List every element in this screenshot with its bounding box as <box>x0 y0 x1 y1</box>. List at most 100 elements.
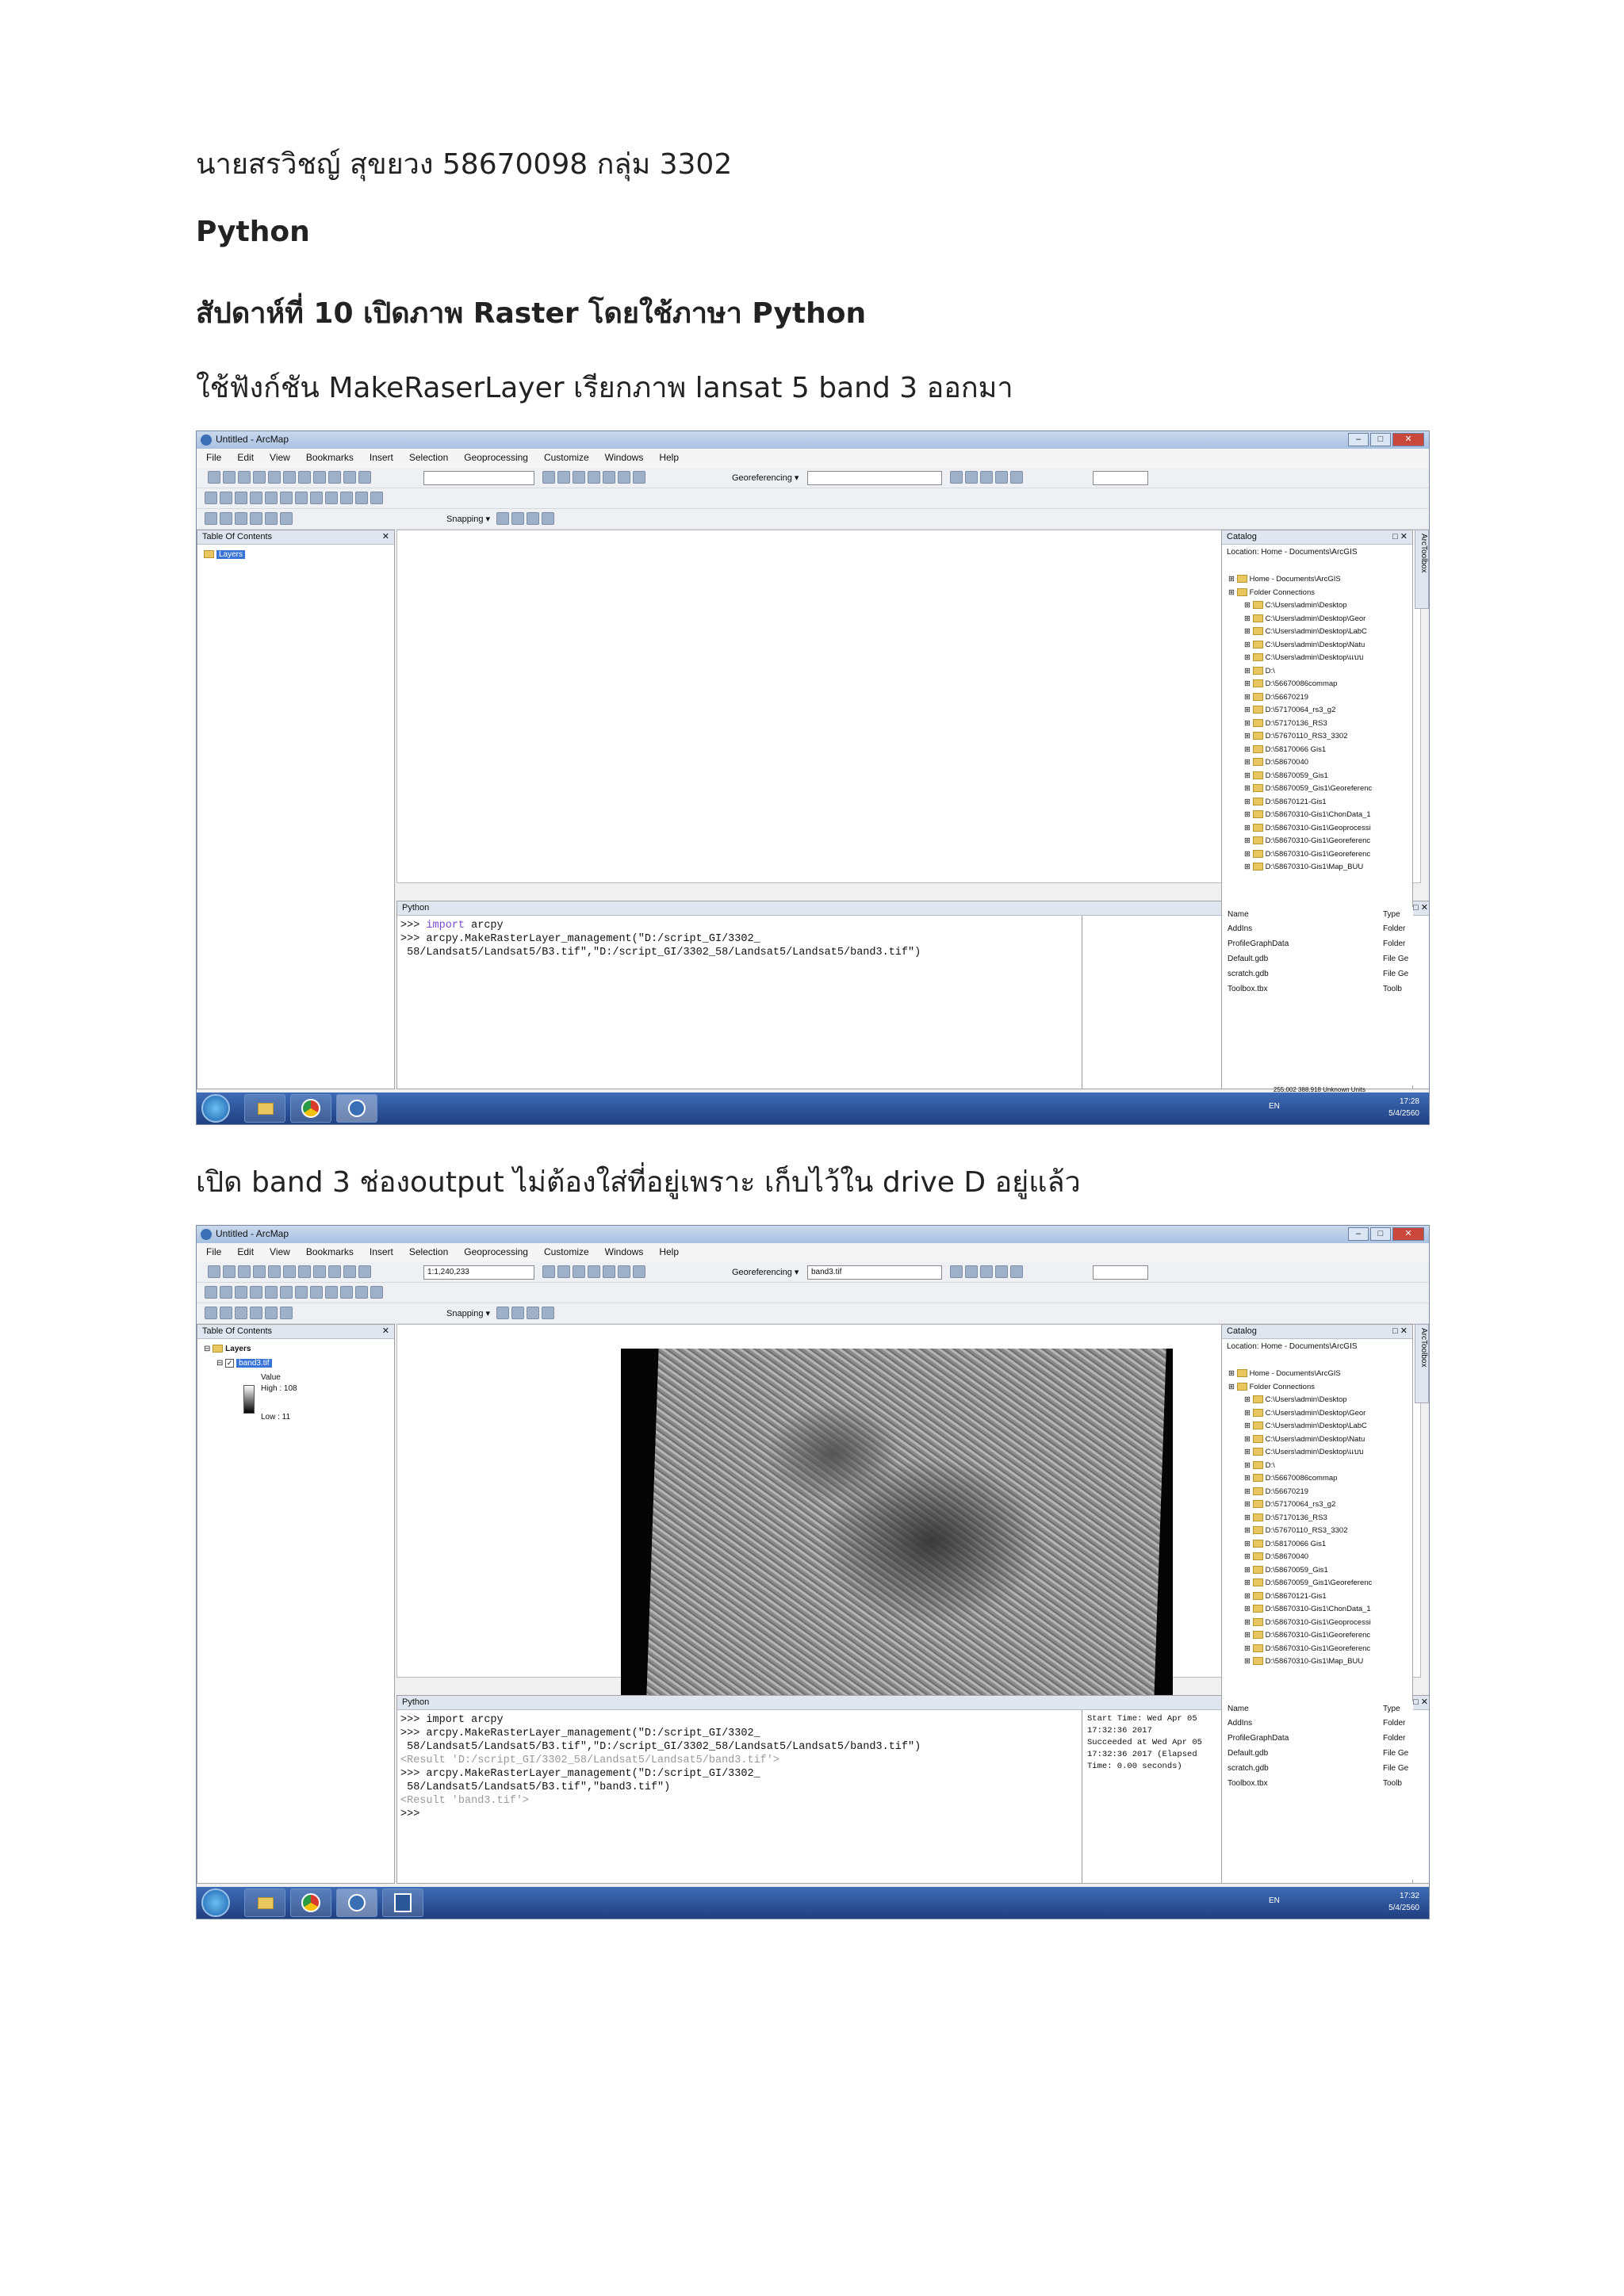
catalog-tree-item[interactable]: ⊞ D:\57170136_RS3 <box>1228 718 1406 731</box>
point-snap-icon[interactable] <box>496 1307 509 1319</box>
back-icon[interactable] <box>280 1286 293 1299</box>
catalog-tree-item[interactable]: ⊞ D:\58670310-Gis1\Georeferenc <box>1228 1643 1406 1656</box>
start-button[interactable] <box>201 1888 230 1917</box>
new-icon[interactable] <box>208 471 220 484</box>
copy-icon[interactable] <box>283 1265 296 1278</box>
snapping-menu[interactable]: Snapping ▾ <box>446 514 490 524</box>
catalog-list-row[interactable]: scratch.gdb File Ge <box>1228 970 1413 985</box>
select-icon[interactable] <box>310 492 323 504</box>
delete-icon[interactable] <box>313 471 326 484</box>
vertex-snap-icon[interactable] <box>527 512 539 525</box>
explorer-taskbar-button[interactable] <box>244 1888 285 1917</box>
list-header-name[interactable]: Name <box>1228 1701 1249 1716</box>
word-taskbar-button[interactable] <box>382 1888 423 1917</box>
open-icon[interactable] <box>223 471 236 484</box>
text-icon[interactable] <box>235 1307 247 1319</box>
chrome-taskbar-button[interactable] <box>290 1094 331 1123</box>
system-clock[interactable]: 17:32 5/4/2560 <box>1388 1890 1419 1914</box>
snapping-menu[interactable]: Snapping ▾ <box>446 1308 490 1318</box>
menu-edit[interactable]: Edit <box>237 452 254 465</box>
edge-snap-icon[interactable] <box>542 512 554 525</box>
full-extent-icon[interactable] <box>250 1286 262 1299</box>
select-icon[interactable] <box>310 1286 323 1299</box>
rotate-input[interactable] <box>1093 471 1148 485</box>
modelbuilder-icon[interactable] <box>633 1265 645 1278</box>
catalog-list-row[interactable]: Default.gdb File Ge <box>1228 1749 1413 1764</box>
catalog-tree-item[interactable]: ⊞ D:\58670310-Gis1\Geoprocessi <box>1228 1617 1406 1630</box>
copy-icon[interactable] <box>283 471 296 484</box>
print-icon[interactable] <box>253 1265 266 1278</box>
find-icon[interactable] <box>340 492 353 504</box>
catalog-tree-item[interactable]: ⊞ D:\58670059_Gis1 <box>1228 770 1406 783</box>
find-icon[interactable] <box>340 1286 353 1299</box>
catalog-list-row[interactable]: AddIns Folder <box>1228 1719 1413 1734</box>
catalog-tree-item[interactable]: ⊞ D:\58670059_Gis1 <box>1228 1564 1406 1578</box>
catalog-tree-item[interactable]: ⊞ D:\58670310-Gis1\Geoprocessi <box>1228 822 1406 836</box>
arctoolbox-tab[interactable]: ArcToolbox <box>1415 530 1429 609</box>
paste-icon[interactable] <box>298 471 311 484</box>
scale-combo[interactable] <box>423 471 534 485</box>
catalog-tree-item[interactable]: ⊞ D:\58170066 Gis1 <box>1228 744 1406 757</box>
identify-icon[interactable] <box>325 492 338 504</box>
redo-icon[interactable] <box>343 1265 356 1278</box>
catalog-icon[interactable] <box>573 471 585 484</box>
catalog-tree-item[interactable]: ⊞ D:\58670310-Gis1\ChonData_1 <box>1228 1603 1406 1617</box>
catalog-tree-item[interactable]: ⊞ D:\58670121-Gis1 <box>1228 1590 1406 1604</box>
list-header-name[interactable]: Name <box>1228 907 1249 922</box>
editor-icon[interactable] <box>542 1265 555 1278</box>
georef-tool-icon[interactable] <box>950 471 963 484</box>
toc-close-icon[interactable]: ✕ <box>382 531 389 541</box>
forward-icon[interactable] <box>295 492 308 504</box>
catalog-list-row[interactable]: ProfileGraphData Folder <box>1228 939 1413 955</box>
zoom-in-icon[interactable] <box>205 1286 217 1299</box>
close-button[interactable]: ✕ <box>1392 1227 1424 1241</box>
python-console[interactable]: >>> import arcpy >>> arcpy.MakeRasterLaye… <box>397 1710 1082 1824</box>
catalog-tree-item[interactable]: ⊞ D:\58670310-Gis1\Georeferenc <box>1228 848 1406 862</box>
save-icon[interactable] <box>238 471 251 484</box>
georeferencing-menu[interactable]: Georeferencing ▾ <box>732 1267 799 1277</box>
font-icon[interactable] <box>250 1307 262 1319</box>
catalog-tree-item[interactable]: ⊞ D:\58670059_Gis1\Georeferenc <box>1228 783 1406 796</box>
language-indicator[interactable]: EN <box>1269 1896 1280 1905</box>
language-indicator[interactable]: EN <box>1269 1102 1280 1111</box>
editor-icon[interactable] <box>542 471 555 484</box>
catalog-tree-item[interactable]: ⊞ D:\58670310-Gis1\Georeferenc <box>1228 835 1406 848</box>
python-close-icon[interactable]: □ ✕ <box>1413 902 1428 913</box>
modelbuilder-icon[interactable] <box>633 471 645 484</box>
search-icon[interactable] <box>588 1265 600 1278</box>
pan-icon[interactable] <box>235 1286 247 1299</box>
catalog-tree-item[interactable]: ⊞ D:\58670310-Gis1\Map_BUU <box>1228 861 1406 874</box>
catalog-tree-item[interactable]: ⊞ D:\58670040 <box>1228 1551 1406 1564</box>
georef-tool-icon[interactable] <box>950 1265 963 1278</box>
menu-insert[interactable]: Insert <box>370 1246 393 1259</box>
menu-customize[interactable]: Customize <box>544 1246 589 1259</box>
catalog-list-row[interactable]: scratch.gdb File Ge <box>1228 1764 1413 1779</box>
add-data-icon[interactable] <box>358 471 371 484</box>
menu-bookmarks[interactable]: Bookmarks <box>306 452 354 465</box>
fixed-zoom-icon[interactable] <box>265 1286 278 1299</box>
catalog-tree-item[interactable]: ⊞ D:\56670219 <box>1228 691 1406 705</box>
save-icon[interactable] <box>238 1265 251 1278</box>
text-icon[interactable] <box>235 512 247 525</box>
link-table-icon[interactable] <box>980 1265 993 1278</box>
catalog-tree-item[interactable]: ⊞ C:\Users\admin\Desktop\LabC <box>1228 1420 1406 1433</box>
edge-snap-icon[interactable] <box>542 1307 554 1319</box>
full-extent-icon[interactable] <box>250 492 262 504</box>
catalog-tree-item[interactable]: ⊞ D:\56670219 <box>1228 1486 1406 1499</box>
catalog-tree-item[interactable]: ⊞ D:\58670121-Gis1 <box>1228 796 1406 809</box>
hyperlink-icon[interactable] <box>370 492 383 504</box>
delete-icon[interactable] <box>313 1265 326 1278</box>
menu-insert[interactable]: Insert <box>370 452 393 465</box>
maximize-button[interactable]: □ <box>1370 433 1391 446</box>
toolbox-icon[interactable] <box>603 471 615 484</box>
link-icon[interactable] <box>965 1265 978 1278</box>
minimize-button[interactable]: – <box>1348 433 1369 446</box>
toc-band3-item[interactable]: ⊟ ✓ band3.tif <box>204 1357 388 1371</box>
catalog-tree-item[interactable]: ⊞ D:\57170136_RS3 <box>1228 1512 1406 1525</box>
menu-geoprocessing[interactable]: Geoprocessing <box>464 1246 528 1259</box>
link-table-icon[interactable] <box>980 471 993 484</box>
catalog-tree-item[interactable]: ⊞ D:\58670310-Gis1\ChonData_1 <box>1228 809 1406 822</box>
arcmap-taskbar-button[interactable] <box>336 1888 377 1917</box>
rotate-icon[interactable] <box>995 1265 1008 1278</box>
rotate-icon[interactable] <box>995 471 1008 484</box>
